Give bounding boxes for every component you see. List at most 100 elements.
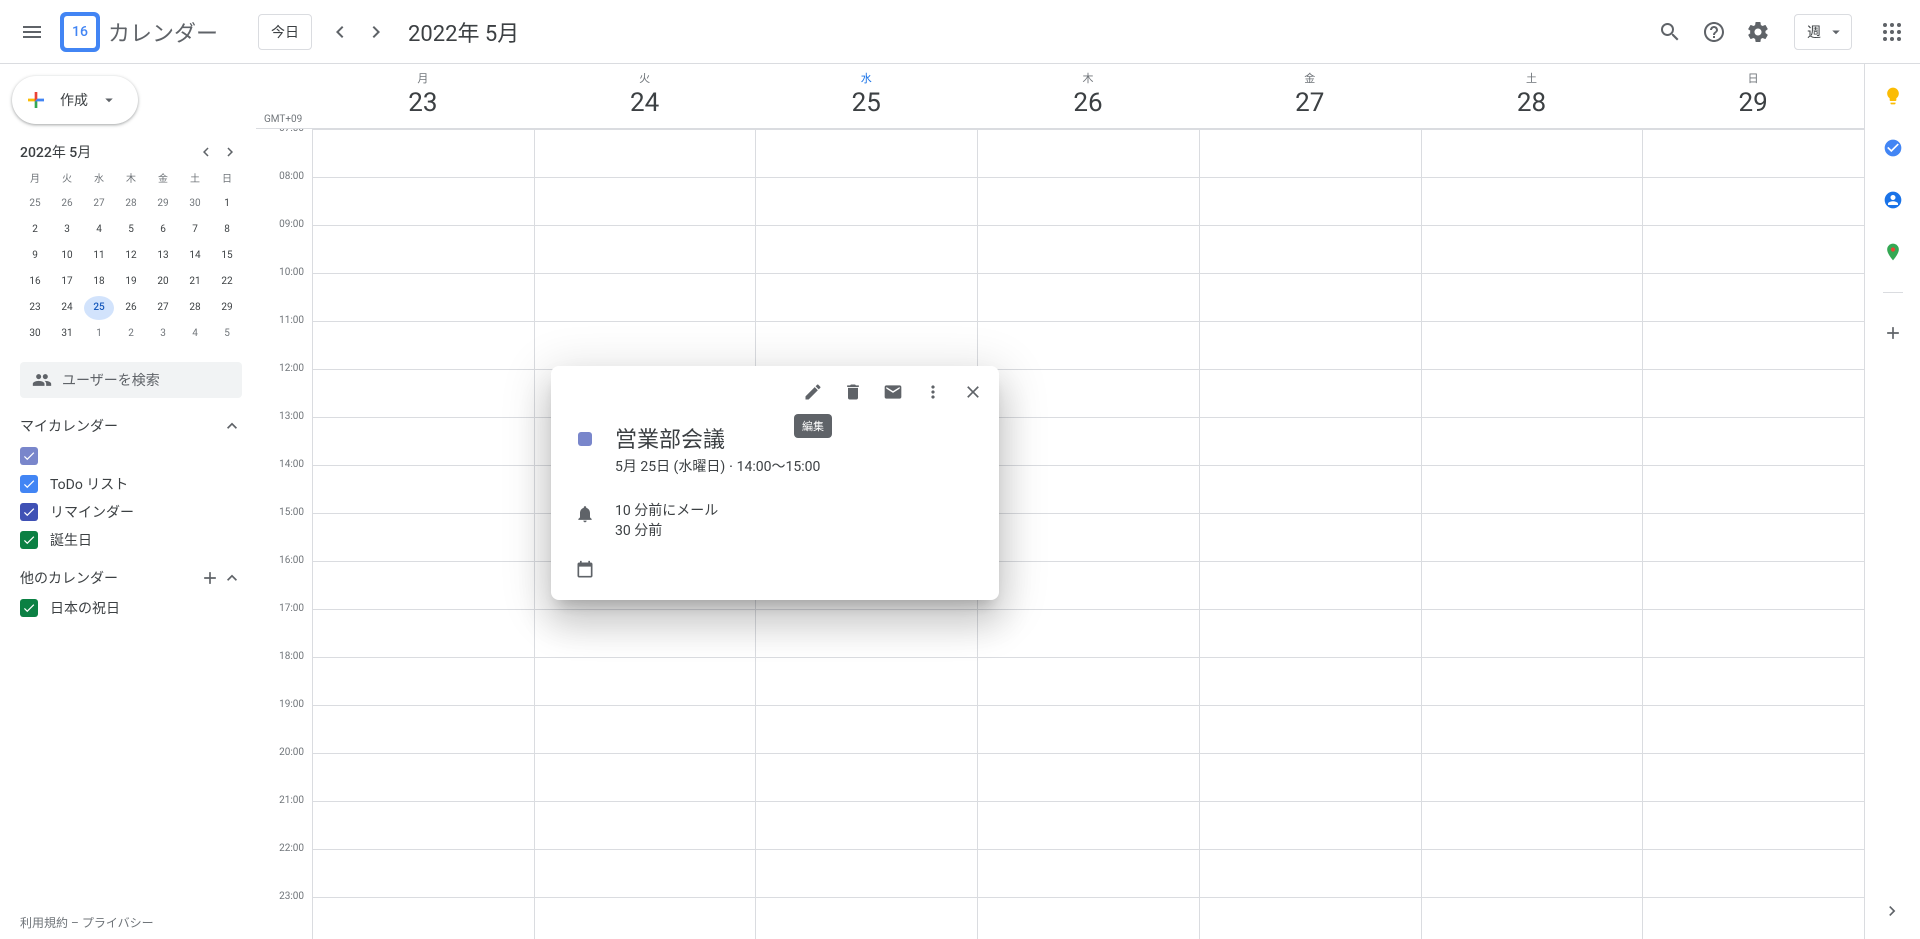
mini-day-cell[interactable]: 23 — [20, 296, 50, 320]
close-popup-button[interactable] — [955, 374, 991, 410]
hour-cell[interactable] — [1200, 802, 1421, 850]
search-button[interactable] — [1650, 12, 1690, 52]
hour-cell[interactable] — [978, 802, 1199, 850]
hour-cell[interactable] — [1422, 178, 1643, 226]
day-header[interactable]: 水25 — [755, 64, 977, 128]
hour-cell[interactable] — [313, 658, 534, 706]
get-addons-button[interactable] — [1873, 313, 1913, 353]
logo[interactable]: 16 カレンダー — [60, 12, 218, 52]
hour-cell[interactable] — [313, 466, 534, 514]
hour-cell[interactable] — [1200, 610, 1421, 658]
hour-cell[interactable] — [313, 274, 534, 322]
hour-cell[interactable] — [978, 514, 1199, 562]
hour-cell[interactable] — [978, 130, 1199, 178]
hour-cell[interactable] — [978, 850, 1199, 898]
hour-cell[interactable] — [1643, 370, 1864, 418]
hour-cell[interactable] — [313, 706, 534, 754]
hour-cell[interactable] — [535, 274, 756, 322]
day-column[interactable] — [977, 130, 1199, 939]
mini-day-cell[interactable]: 3 — [52, 218, 82, 242]
mini-day-cell[interactable]: 7 — [180, 218, 210, 242]
mini-day-cell[interactable]: 12 — [116, 244, 146, 268]
mini-day-cell[interactable]: 25 — [20, 192, 50, 216]
mini-day-cell[interactable]: 13 — [148, 244, 178, 268]
mini-day-cell[interactable]: 10 — [52, 244, 82, 268]
hour-cell[interactable] — [313, 130, 534, 178]
hour-cell[interactable] — [535, 322, 756, 370]
mini-cal-next[interactable] — [218, 140, 242, 164]
hour-cell[interactable] — [1643, 610, 1864, 658]
calendar-checkbox[interactable] — [20, 503, 38, 521]
mini-day-cell[interactable]: 11 — [84, 244, 114, 268]
mini-day-cell[interactable]: 16 — [20, 270, 50, 294]
hour-cell[interactable] — [1422, 274, 1643, 322]
hour-cell[interactable] — [1422, 322, 1643, 370]
hour-cell[interactable] — [1422, 514, 1643, 562]
create-button[interactable]: 作成 — [12, 76, 138, 124]
hour-cell[interactable] — [1200, 466, 1421, 514]
mini-day-cell[interactable]: 15 — [212, 244, 242, 268]
hour-cell[interactable] — [1422, 370, 1643, 418]
hour-cell[interactable] — [535, 658, 756, 706]
hour-cell[interactable] — [1422, 754, 1643, 802]
hour-cell[interactable] — [1422, 130, 1643, 178]
next-period-button[interactable] — [360, 16, 392, 48]
mini-day-cell[interactable]: 22 — [212, 270, 242, 294]
options-button[interactable] — [915, 374, 951, 410]
hour-cell[interactable] — [756, 178, 977, 226]
hour-cell[interactable] — [1200, 706, 1421, 754]
mini-day-cell[interactable]: 4 — [84, 218, 114, 242]
mini-day-cell[interactable]: 27 — [84, 192, 114, 216]
calendar-item[interactable] — [20, 442, 242, 470]
hour-cell[interactable] — [1200, 130, 1421, 178]
collapse-side-panel[interactable] — [1876, 895, 1908, 927]
mini-day-cell[interactable]: 31 — [52, 322, 82, 346]
hour-cell[interactable] — [1643, 706, 1864, 754]
hour-cell[interactable] — [313, 802, 534, 850]
search-people-input[interactable]: ユーザーを検索 — [20, 362, 242, 398]
hour-cell[interactable] — [756, 130, 977, 178]
hour-cell[interactable] — [313, 178, 534, 226]
hour-cell[interactable] — [1200, 178, 1421, 226]
delete-event-button[interactable] — [835, 374, 871, 410]
mini-day-cell[interactable]: 25 — [84, 296, 114, 320]
hour-cell[interactable] — [313, 322, 534, 370]
hour-cell[interactable] — [1643, 130, 1864, 178]
keep-button[interactable] — [1873, 76, 1913, 116]
hour-cell[interactable] — [1200, 658, 1421, 706]
mini-day-cell[interactable]: 9 — [20, 244, 50, 268]
hour-cell[interactable] — [756, 802, 977, 850]
mini-day-cell[interactable]: 24 — [52, 296, 82, 320]
support-button[interactable] — [1694, 12, 1734, 52]
hour-cell[interactable] — [756, 706, 977, 754]
calendar-checkbox[interactable] — [20, 531, 38, 549]
hour-cell[interactable] — [313, 610, 534, 658]
hour-cell[interactable] — [1422, 562, 1643, 610]
hour-cell[interactable] — [313, 562, 534, 610]
hour-cell[interactable] — [535, 898, 756, 939]
hour-cell[interactable] — [1643, 658, 1864, 706]
mini-day-cell[interactable]: 28 — [116, 192, 146, 216]
view-selector[interactable]: 週 — [1794, 14, 1852, 50]
hour-cell[interactable] — [1643, 562, 1864, 610]
hour-cell[interactable] — [1200, 226, 1421, 274]
calendar-item[interactable]: ToDo リスト — [20, 470, 242, 498]
mini-day-cell[interactable]: 29 — [148, 192, 178, 216]
hour-cell[interactable] — [1643, 322, 1864, 370]
day-header[interactable]: 木26 — [977, 64, 1199, 128]
hour-cell[interactable] — [313, 418, 534, 466]
hour-cell[interactable] — [978, 658, 1199, 706]
google-apps-button[interactable] — [1872, 12, 1912, 52]
other-calendars-toggle[interactable]: 他のカレンダー — [20, 562, 242, 594]
email-guests-button[interactable] — [875, 374, 911, 410]
hour-cell[interactable] — [756, 898, 977, 939]
mini-day-cell[interactable]: 6 — [148, 218, 178, 242]
hour-cell[interactable] — [313, 226, 534, 274]
hour-cell[interactable] — [1422, 466, 1643, 514]
footer-links[interactable]: 利用規約 – プライバシー — [20, 914, 154, 931]
prev-period-button[interactable] — [324, 16, 356, 48]
day-column[interactable] — [1421, 130, 1643, 939]
hour-cell[interactable] — [1200, 370, 1421, 418]
hour-cell[interactable] — [1643, 802, 1864, 850]
hour-cell[interactable] — [978, 466, 1199, 514]
